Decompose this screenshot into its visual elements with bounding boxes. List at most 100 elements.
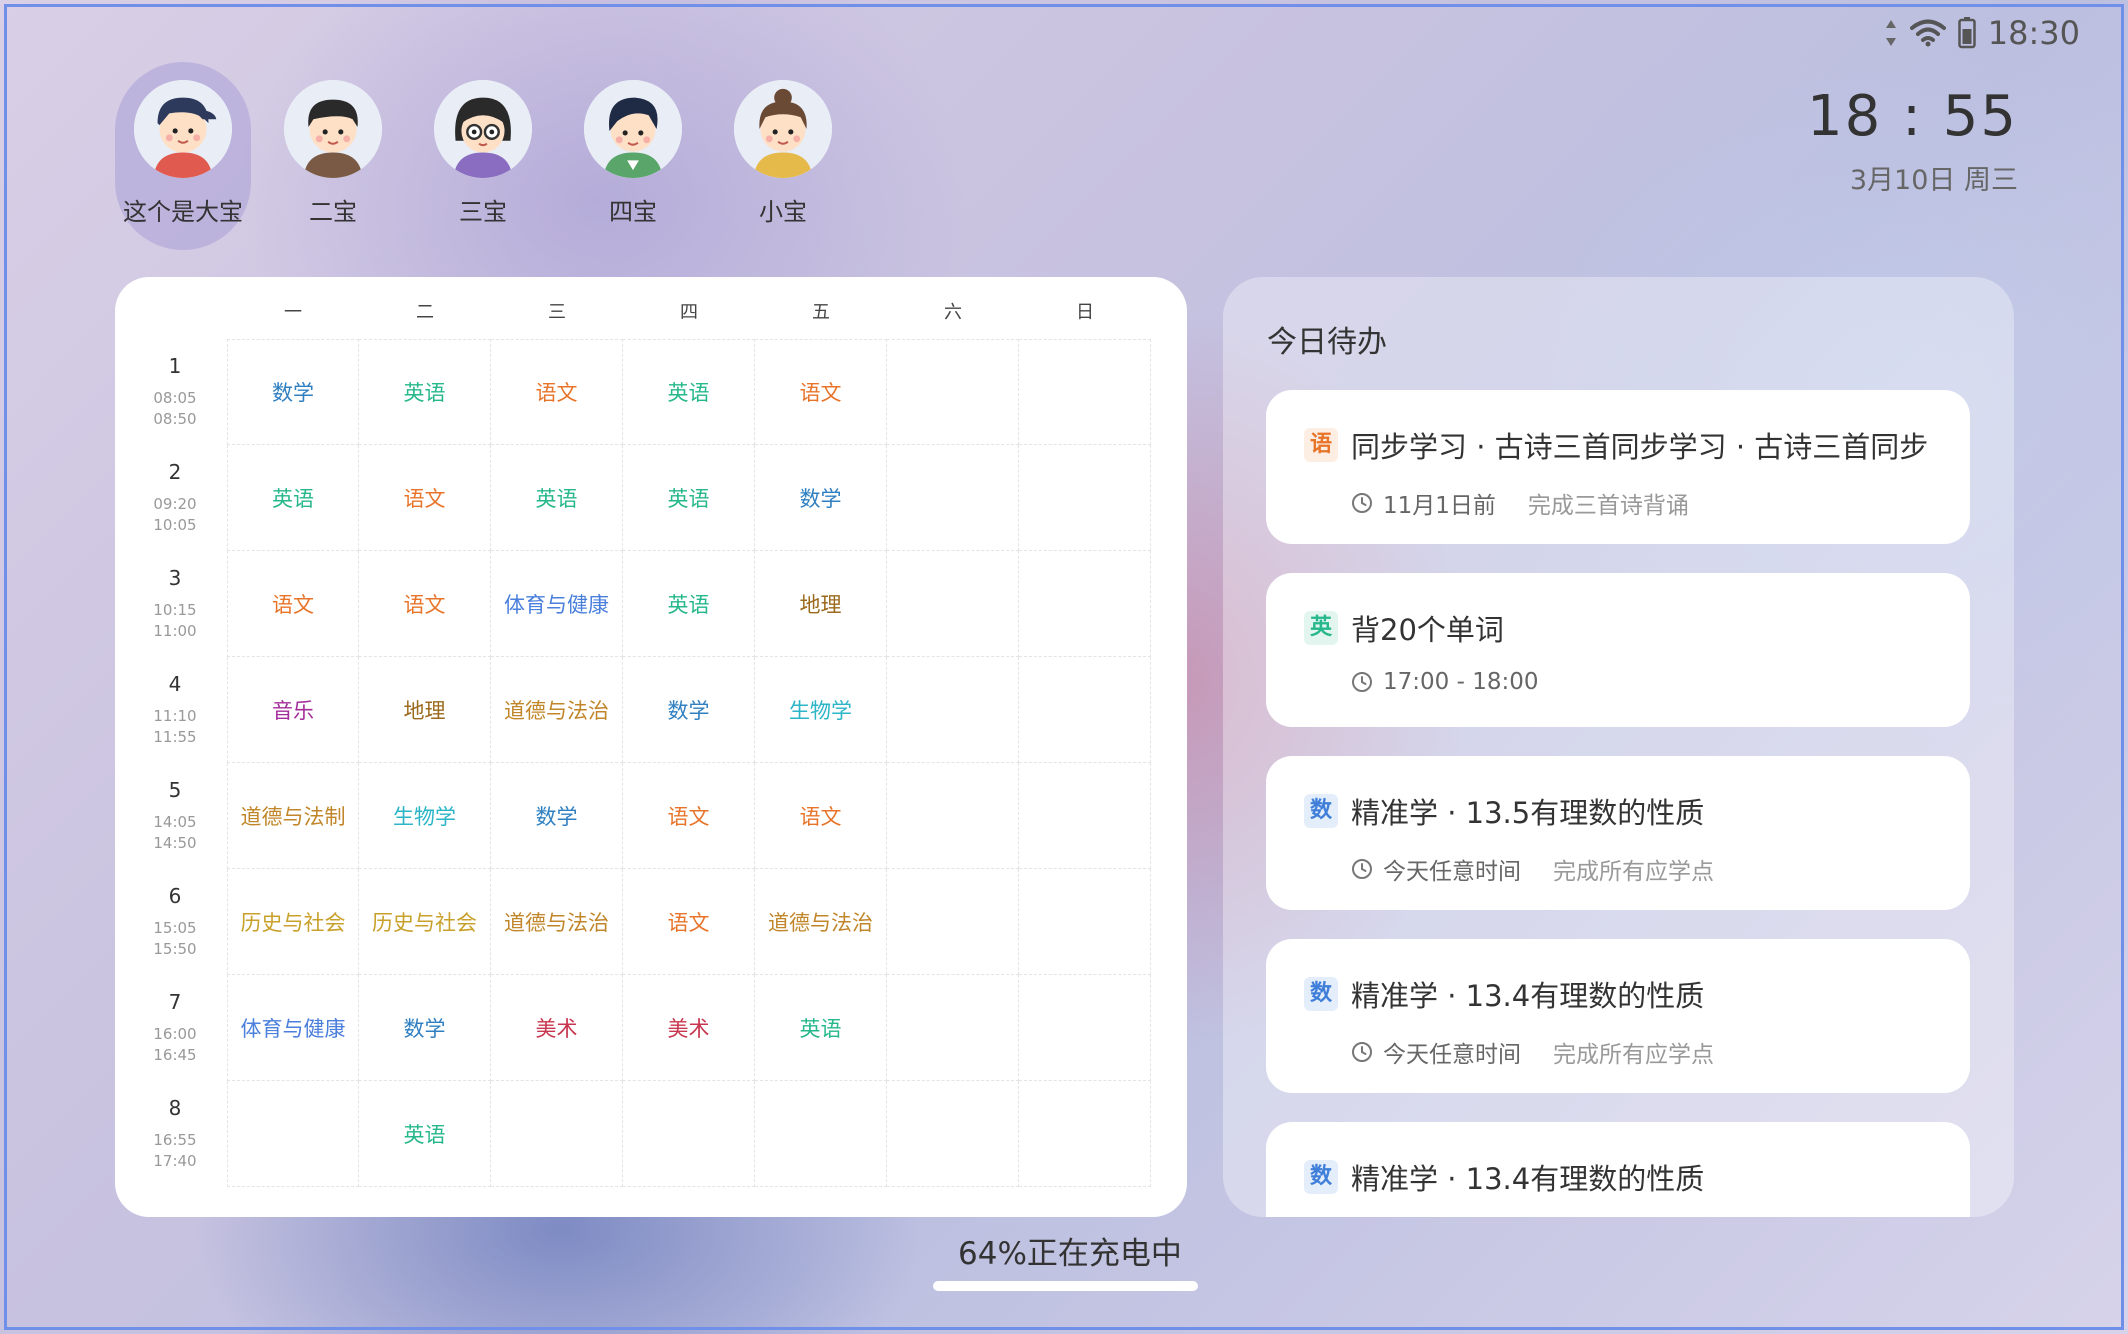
empty-cell[interactable] [887, 339, 1019, 445]
empty-cell[interactable] [887, 975, 1019, 1081]
empty-cell[interactable] [887, 551, 1019, 657]
class-cell[interactable]: 道德与法治 [491, 657, 623, 763]
class-cell[interactable]: 体育与健康 [227, 975, 359, 1081]
class-cell[interactable]: 语文 [755, 763, 887, 869]
profile-name: 二宝 [309, 198, 357, 226]
empty-cell[interactable] [755, 1081, 887, 1187]
class-cell[interactable]: 英语 [359, 339, 491, 445]
empty-cell[interactable] [1019, 339, 1151, 445]
class-cell[interactable]: 体育与健康 [491, 551, 623, 657]
todo-item-title: 精准学 · 13.4有理数的性质 [1351, 979, 1705, 1013]
class-cell[interactable]: 道德与法治 [491, 869, 623, 975]
profile-name: 三宝 [459, 198, 507, 226]
profile-name: 小宝 [759, 198, 807, 226]
class-cell[interactable]: 数学 [359, 975, 491, 1081]
empty-cell[interactable] [623, 1081, 755, 1187]
empty-cell[interactable] [887, 1081, 1019, 1187]
battery-icon [1958, 17, 1976, 49]
girl-glasses-avatar-icon [434, 80, 532, 178]
period-end-time: 10:05 [153, 516, 197, 534]
class-cell[interactable]: 历史与社会 [359, 869, 491, 975]
class-cell[interactable]: 语文 [359, 445, 491, 551]
todo-item-title: 背20个单词 [1351, 613, 1504, 647]
todo-item[interactable]: 数精准学 · 13.4有理数的性质 今天任意时间 完成所有应学点 [1266, 939, 1970, 1093]
profile-1[interactable]: 这个是大宝 [115, 62, 251, 250]
subject-label: 英语 [799, 1016, 842, 1041]
empty-cell[interactable] [1019, 551, 1151, 657]
class-cell[interactable]: 语文 [227, 551, 359, 657]
class-cell[interactable]: 英语 [755, 975, 887, 1081]
period-label: 2 09:20 10:05 [143, 445, 207, 551]
class-cell[interactable]: 美术 [623, 975, 755, 1081]
period-start-time: 16:00 [153, 1025, 197, 1043]
subject-label: 体育与健康 [240, 1016, 346, 1041]
home-indicator[interactable] [933, 1281, 1198, 1291]
todo-item[interactable]: 数精准学 · 13.5有理数的性质 今天任意时间 完成所有应学点 [1266, 756, 1970, 910]
class-cell[interactable]: 语文 [755, 339, 887, 445]
subject-label: 数学 [403, 1016, 446, 1041]
class-cell[interactable]: 数学 [227, 339, 359, 445]
profile-2[interactable]: 二宝 [265, 62, 401, 250]
profile-5[interactable]: 小宝 [715, 62, 851, 250]
period-start-time: 10:15 [153, 601, 197, 619]
todo-item-note: 完成三首诗背诵 [1527, 493, 1689, 519]
period-number: 5 [168, 778, 182, 802]
todo-item[interactable]: 英背20个单词 17:00 - 18:00 [1266, 573, 1970, 727]
class-cell[interactable]: 数学 [755, 445, 887, 551]
class-cell[interactable]: 生物学 [755, 657, 887, 763]
todo-item[interactable]: 数精准学 · 13.4有理数的性质 [1266, 1122, 1970, 1217]
empty-cell[interactable] [491, 1081, 623, 1187]
class-cell[interactable]: 地理 [359, 657, 491, 763]
class-cell[interactable]: 数学 [623, 657, 755, 763]
profile-name: 四宝 [609, 198, 657, 226]
empty-cell[interactable] [1019, 1081, 1151, 1187]
empty-cell[interactable] [887, 869, 1019, 975]
class-cell[interactable]: 英语 [359, 1081, 491, 1187]
class-cell[interactable]: 美术 [491, 975, 623, 1081]
profile-3[interactable]: 三宝 [415, 62, 551, 250]
empty-cell[interactable] [887, 763, 1019, 869]
empty-cell[interactable] [1019, 763, 1151, 869]
todo-item-time: 17:00 - 18:00 [1383, 669, 1539, 695]
period-label: 1 08:05 08:50 [143, 339, 207, 445]
class-cell[interactable]: 语文 [623, 763, 755, 869]
clock-time: 18 : 55 [1807, 84, 2018, 149]
class-cell[interactable]: 数学 [491, 763, 623, 869]
empty-cell[interactable] [1019, 869, 1151, 975]
class-cell[interactable]: 道德与法制 [227, 763, 359, 869]
clock-icon [1352, 859, 1372, 879]
empty-cell[interactable] [887, 445, 1019, 551]
class-cell[interactable]: 英语 [491, 445, 623, 551]
subject-label: 语文 [799, 381, 842, 405]
subject-label: 数学 [667, 698, 710, 723]
period-number: 8 [168, 1096, 182, 1120]
empty-cell[interactable] [227, 1081, 359, 1187]
subject-label: 美术 [667, 1016, 710, 1041]
empty-cell[interactable] [1019, 657, 1151, 763]
period-end-time: 15:50 [153, 940, 197, 958]
class-cell[interactable]: 生物学 [359, 763, 491, 869]
subject-label: 语文 [535, 381, 578, 405]
class-cell[interactable]: 道德与法治 [755, 869, 887, 975]
class-cell[interactable]: 英语 [623, 339, 755, 445]
class-cell[interactable]: 音乐 [227, 657, 359, 763]
weekday-label: 日 [1076, 302, 1094, 323]
class-cell[interactable]: 英语 [623, 551, 755, 657]
empty-cell[interactable] [1019, 975, 1151, 1081]
class-cell[interactable]: 英语 [623, 445, 755, 551]
empty-cell[interactable] [1019, 445, 1151, 551]
class-cell[interactable]: 语文 [491, 339, 623, 445]
todo-item[interactable]: 语同步学习 · 古诗三首同步学习 · 古诗三首同步 11月1日前 完成三首诗背诵 [1266, 390, 1970, 544]
profile-4[interactable]: 四宝 [565, 62, 701, 250]
subject-label: 生物学 [789, 698, 852, 723]
empty-cell[interactable] [887, 657, 1019, 763]
profile-switcher: 这个是大宝 二宝 三宝 四宝 小宝 [115, 62, 865, 250]
class-cell[interactable]: 地理 [755, 551, 887, 657]
subject-label: 语文 [403, 592, 446, 617]
class-cell[interactable]: 历史与社会 [227, 869, 359, 975]
class-cell[interactable]: 英语 [227, 445, 359, 551]
class-cell[interactable]: 语文 [359, 551, 491, 657]
class-cell[interactable]: 语文 [623, 869, 755, 975]
period-end-time: 08:50 [153, 410, 197, 428]
clock-icon [1352, 672, 1372, 692]
